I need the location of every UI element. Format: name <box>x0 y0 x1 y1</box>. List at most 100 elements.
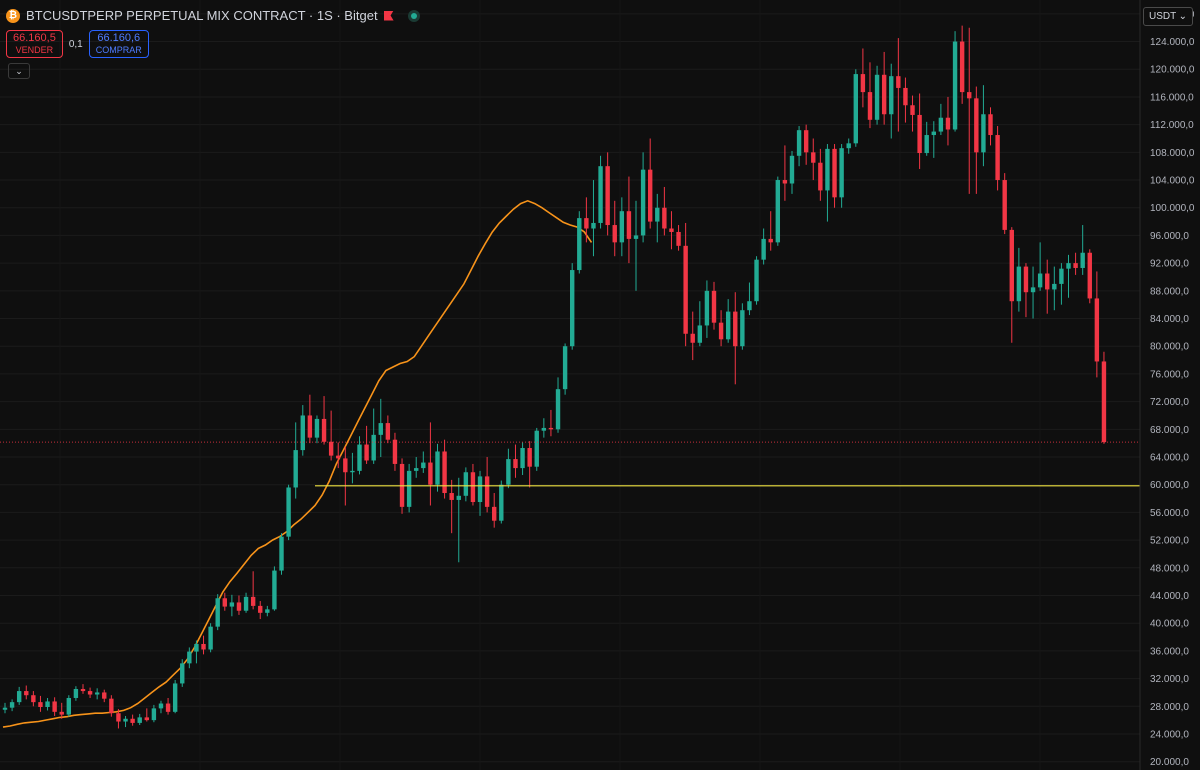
candle-body <box>9 702 15 708</box>
candle-body <box>917 114 922 154</box>
candle <box>16 686 22 705</box>
candle <box>974 86 979 194</box>
candle <box>208 623 213 653</box>
candle <box>825 144 830 222</box>
candle <box>371 408 376 464</box>
candle <box>570 263 575 350</box>
candle-body <box>24 691 29 696</box>
candle-body <box>222 598 227 607</box>
candle-body <box>534 430 539 467</box>
price-tick-label: 84.000,0 <box>1150 314 1189 325</box>
candle <box>194 640 199 664</box>
candle <box>768 211 773 251</box>
candle-body <box>789 155 795 184</box>
candle <box>520 442 525 476</box>
candle-body <box>279 536 284 571</box>
candle-body <box>1002 180 1007 230</box>
candle-body <box>626 211 632 239</box>
candle-body <box>605 166 610 226</box>
candle <box>676 225 681 251</box>
candle <box>258 601 263 620</box>
candle <box>250 571 256 610</box>
candle-body <box>768 238 773 243</box>
candle-body <box>846 143 851 149</box>
candle-body <box>924 135 929 154</box>
collapse-legend-button[interactable]: ⌄ <box>8 63 30 79</box>
price-tick-label: 120.000,0 <box>1150 65 1195 76</box>
candle-body <box>31 695 36 703</box>
candle-body <box>952 41 958 130</box>
price-tick-label: 56.000,0 <box>1150 508 1189 519</box>
candle <box>910 95 915 132</box>
candle-body <box>243 596 249 611</box>
candle-body <box>740 310 745 347</box>
candle-body <box>435 451 440 485</box>
candle <box>279 533 284 575</box>
candle <box>1045 259 1050 314</box>
candle-body <box>463 472 469 496</box>
buy-button[interactable]: 66.160,6 COMPRAR <box>88 30 149 58</box>
candle-body <box>194 643 199 652</box>
candle-body <box>172 683 178 712</box>
candle-body <box>52 701 57 712</box>
price-tick-label: 44.000,0 <box>1150 591 1189 602</box>
currency-label: USDT <box>1149 11 1177 22</box>
candle-body <box>1073 263 1078 268</box>
candle-body <box>669 228 674 232</box>
candle <box>917 93 922 169</box>
candle-body <box>655 207 660 222</box>
sell-button[interactable]: 66.160,5 VENDER <box>6 30 63 58</box>
candle-body <box>874 74 880 120</box>
candle <box>747 282 752 316</box>
candle-body <box>1066 263 1071 269</box>
candle-body <box>165 703 171 712</box>
candle <box>265 605 270 617</box>
candle <box>484 457 490 513</box>
market-status-icon <box>407 9 420 22</box>
candle <box>94 688 100 700</box>
price-tick-label: 52.000,0 <box>1150 536 1189 547</box>
candle-body <box>80 688 86 692</box>
candle-body <box>286 487 291 537</box>
candle <box>109 695 114 717</box>
candle-body <box>265 609 270 613</box>
price-tick-label: 96.000,0 <box>1150 231 1189 242</box>
candle-body <box>754 259 759 302</box>
flag-icon[interactable] <box>384 11 394 21</box>
candle-body <box>711 290 717 323</box>
candle-body <box>520 448 525 469</box>
candle-body <box>640 169 646 236</box>
candle <box>9 699 15 712</box>
candle-body <box>867 92 873 120</box>
price-tick-label: 24.000,0 <box>1150 729 1189 740</box>
price-tick-label: 112.000,0 <box>1150 120 1194 131</box>
candle <box>506 448 511 489</box>
candle-body <box>889 76 894 115</box>
candle-body <box>690 333 695 343</box>
candle <box>144 708 149 722</box>
candle <box>151 704 157 723</box>
symbol-title[interactable]: BTCUSDTPERP PERPETUAL MIX CONTRACT · 1S … <box>26 8 378 23</box>
candle <box>577 211 582 274</box>
candle <box>846 138 851 154</box>
candle <box>697 301 703 347</box>
price-chart[interactable]: 66.150,159.838,2 20.000,0 24.000,0 28.000,… <box>0 0 1200 770</box>
buy-price: 66.160,6 <box>97 32 141 44</box>
candle-body <box>449 493 454 500</box>
candle-body <box>811 152 816 163</box>
currency-selector[interactable]: USDT ⌄ <box>1143 7 1193 26</box>
candle <box>123 715 128 728</box>
candle-body <box>662 207 667 229</box>
candle <box>555 377 561 433</box>
candle <box>1073 252 1078 275</box>
candle <box>1016 247 1022 312</box>
candle-body <box>123 718 128 722</box>
candle-body <box>775 180 781 243</box>
candle-body <box>229 602 235 607</box>
candle-body <box>548 427 554 430</box>
candle-body <box>931 131 936 136</box>
candle-body <box>442 451 447 494</box>
price-levels: 66.150,159.838,2 <box>0 435 1193 493</box>
candle <box>364 425 369 464</box>
candle <box>272 566 277 611</box>
